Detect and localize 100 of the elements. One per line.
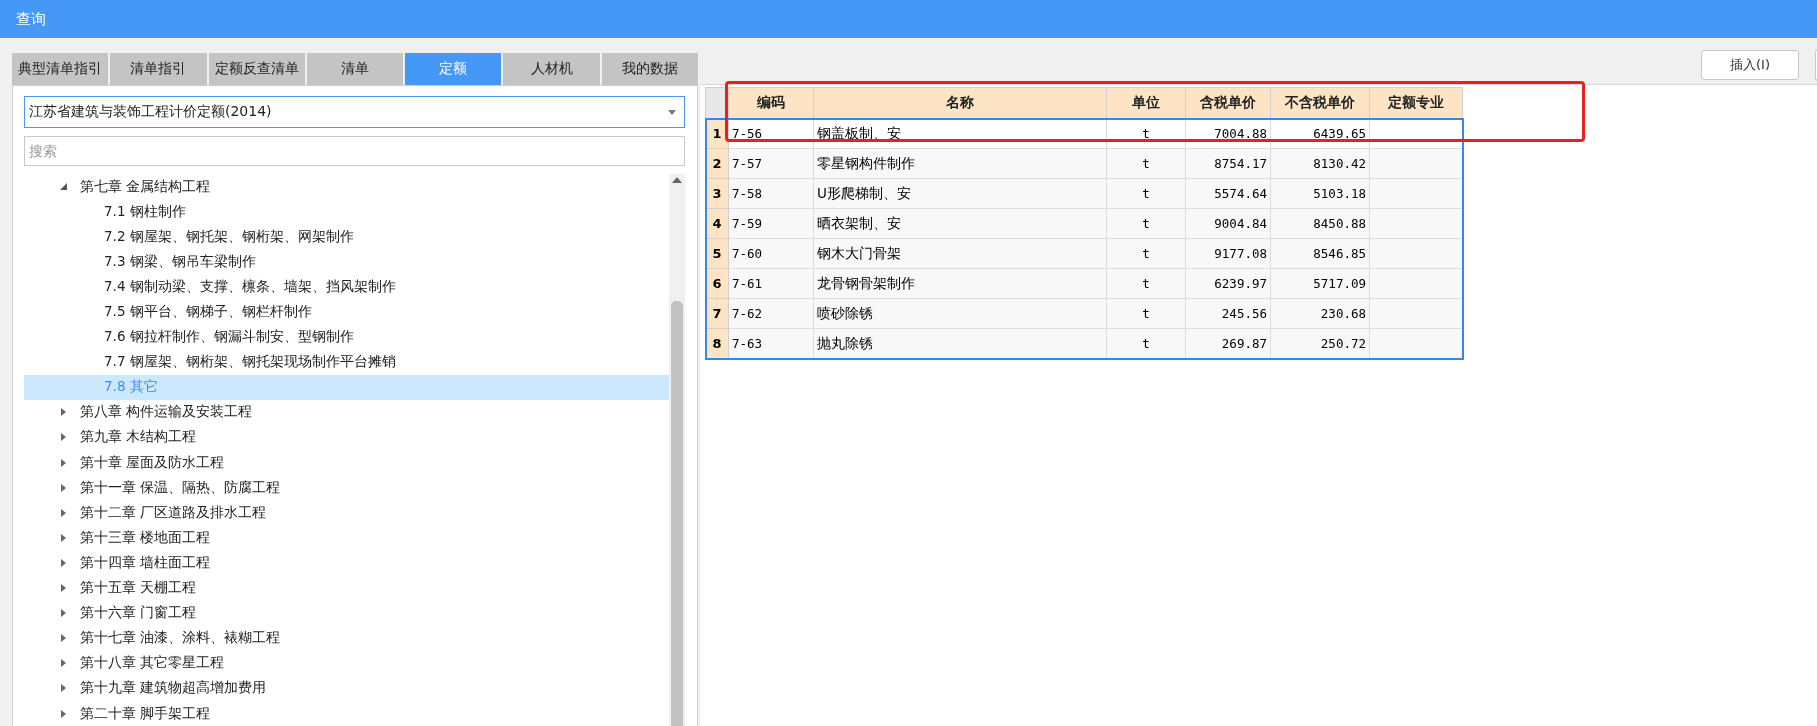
tree-item[interactable]: 7.1 钢柱制作 xyxy=(24,199,669,225)
tree-item[interactable]: 7.3 钢梁、钢吊车梁制作 xyxy=(24,249,669,275)
expand-icon[interactable] xyxy=(60,482,68,493)
table-cell: 8546.85 xyxy=(1270,238,1370,269)
table-cell: 6439.65 xyxy=(1270,118,1370,149)
tree-item[interactable]: 第十章 屋面及防水工程 xyxy=(24,450,669,476)
quota-select[interactable]: 江苏省建筑与装饰工程计价定额(2014) xyxy=(24,96,685,128)
expand-icon[interactable] xyxy=(60,633,68,644)
expand-icon[interactable] xyxy=(60,532,68,543)
tab[interactable]: 清单指引 xyxy=(110,53,207,85)
tree-item[interactable]: 第十一章 保温、隔热、防腐工程 xyxy=(24,475,669,501)
tree-item[interactable]: 第十六章 门窗工程 xyxy=(24,600,669,626)
scroll-thumb[interactable] xyxy=(671,301,683,726)
tree-item[interactable]: 第十九章 建筑物超高增加费用 xyxy=(24,675,669,701)
tab[interactable]: 我的数据 xyxy=(601,53,698,85)
table-cell: 晒衣架制、安 xyxy=(813,208,1107,239)
tree-item[interactable]: 第十七章 油漆、涂料、裱糊工程 xyxy=(24,625,669,651)
tree-item[interactable]: 第十五章 天棚工程 xyxy=(24,575,669,601)
expand-icon[interactable] xyxy=(60,507,68,518)
table-cell: t xyxy=(1106,178,1186,209)
tab[interactable]: 清单 xyxy=(306,53,404,85)
tree-label: 第十一章 保温、隔热、防腐工程 xyxy=(80,478,281,497)
row-number: 4 xyxy=(705,208,729,239)
table-cell: 7004.88 xyxy=(1185,118,1271,149)
expand-icon[interactable] xyxy=(60,432,68,443)
table-cell: t xyxy=(1106,238,1186,269)
tree-label: 第十二章 厂区道路及排水工程 xyxy=(80,503,267,522)
row-number: 2 xyxy=(705,148,729,179)
tree-label: 第十八章 其它零星工程 xyxy=(80,654,225,673)
table-cell: 6239.97 xyxy=(1185,268,1271,299)
expand-icon[interactable] xyxy=(60,708,68,719)
table-cell: 7-61 xyxy=(728,268,814,299)
scrollbar[interactable] xyxy=(669,174,685,726)
table-cell: t xyxy=(1106,148,1186,179)
tree-item[interactable]: 第二十章 脚手架工程 xyxy=(24,700,669,726)
table-cell: 8130.42 xyxy=(1270,148,1370,179)
table-cell: 9004.84 xyxy=(1185,208,1271,239)
expand-icon[interactable] xyxy=(60,658,68,669)
tab[interactable]: 人材机 xyxy=(503,53,600,85)
tree-label: 第十章 屋面及防水工程 xyxy=(80,453,225,472)
tree-item[interactable]: 第十二章 厂区道路及排水工程 xyxy=(24,500,669,526)
row-number: 6 xyxy=(705,268,729,299)
tree-label: 第十九章 建筑物超高增加费用 xyxy=(80,679,267,698)
tree-label: 第八章 构件运输及安装工程 xyxy=(80,403,253,422)
tree-item[interactable]: 第十四章 墙柱面工程 xyxy=(24,550,669,576)
row-number: 7 xyxy=(705,298,729,329)
table-cell: U形爬梯制、安 xyxy=(813,178,1107,209)
table-cell: 7-60 xyxy=(728,238,814,269)
table-cell: 5574.64 xyxy=(1185,178,1271,209)
table-cell: 245.56 xyxy=(1185,298,1271,329)
tree-label: 第十三章 楼地面工程 xyxy=(80,528,211,547)
table-cell: 7-59 xyxy=(728,208,814,239)
column-header[interactable]: 编码 xyxy=(728,87,814,119)
tree-label: 第七章 金属结构工程 xyxy=(80,177,211,196)
collapse-icon[interactable] xyxy=(60,181,68,192)
expand-icon[interactable] xyxy=(60,683,68,694)
tree-item[interactable]: 第九章 木结构工程 xyxy=(24,424,669,451)
expand-icon[interactable] xyxy=(60,583,68,594)
table-cell: t xyxy=(1106,268,1186,299)
row-number: 3 xyxy=(705,178,729,209)
table-cell: 7-57 xyxy=(728,148,814,179)
table-cell: 7-62 xyxy=(728,298,814,329)
table-cell: 零星钢构件制作 xyxy=(813,148,1107,179)
column-header[interactable]: 单位 xyxy=(1106,87,1186,119)
tree-item[interactable]: 7.7 钢屋架、钢桁架、钢托架现场制作平台摊销 xyxy=(24,349,669,375)
table-cell: 喷砂除锈 xyxy=(813,298,1107,329)
search-field[interactable]: 搜索 xyxy=(24,136,685,166)
insert-button[interactable]: 插入(I) xyxy=(1701,50,1799,80)
expand-icon[interactable] xyxy=(60,608,68,619)
window-title: 查询 xyxy=(16,9,46,29)
column-header[interactable]: 定额专业 xyxy=(1369,87,1463,119)
column-header[interactable]: 含税单价 xyxy=(1185,87,1271,119)
expand-icon[interactable] xyxy=(60,457,68,468)
tree-label: 第二十章 脚手架工程 xyxy=(80,704,211,723)
table-cell: 8754.17 xyxy=(1185,148,1271,179)
table-cell: 龙骨钢骨架制作 xyxy=(813,268,1107,299)
row-number: 5 xyxy=(705,238,729,269)
tree-item[interactable]: 7.5 钢平台、钢梯子、钢栏杆制作 xyxy=(24,299,669,325)
tree-item[interactable]: 第七章 金属结构工程 xyxy=(24,174,669,200)
column-header[interactable]: 不含税单价 xyxy=(1270,87,1370,119)
tree-label: 第十五章 天棚工程 xyxy=(80,579,197,598)
tab[interactable]: 定额反查清单 xyxy=(208,53,305,85)
tab[interactable]: 典型清单指引 xyxy=(12,53,109,85)
table-cell: t xyxy=(1106,298,1186,329)
tree-item[interactable]: 第十三章 楼地面工程 xyxy=(24,525,669,551)
table-cell: t xyxy=(1106,118,1186,149)
tree-item[interactable]: 7.2 钢屋架、钢托架、钢桁架、网架制作 xyxy=(24,224,669,250)
row-number: 8 xyxy=(705,328,729,359)
tree-item[interactable]: 第八章 构件运输及安装工程 xyxy=(24,399,669,425)
table-cell: t xyxy=(1106,208,1186,239)
column-header[interactable]: 名称 xyxy=(813,87,1107,119)
table-cell: 5103.18 xyxy=(1270,178,1370,209)
tree-item[interactable]: 7.4 钢制动梁、支撑、檩条、墙架、挡风架制作 xyxy=(24,274,669,300)
expand-icon[interactable] xyxy=(60,557,68,568)
table-cell: 9177.08 xyxy=(1185,238,1271,269)
tree-item[interactable]: 第十八章 其它零星工程 xyxy=(24,650,669,676)
tree-item[interactable]: 7.6 钢拉杆制作、钢漏斗制安、型钢制作 xyxy=(24,324,669,350)
table-cell: 230.68 xyxy=(1270,298,1370,329)
expand-icon[interactable] xyxy=(60,407,68,418)
table-cell: 8450.88 xyxy=(1270,208,1370,239)
